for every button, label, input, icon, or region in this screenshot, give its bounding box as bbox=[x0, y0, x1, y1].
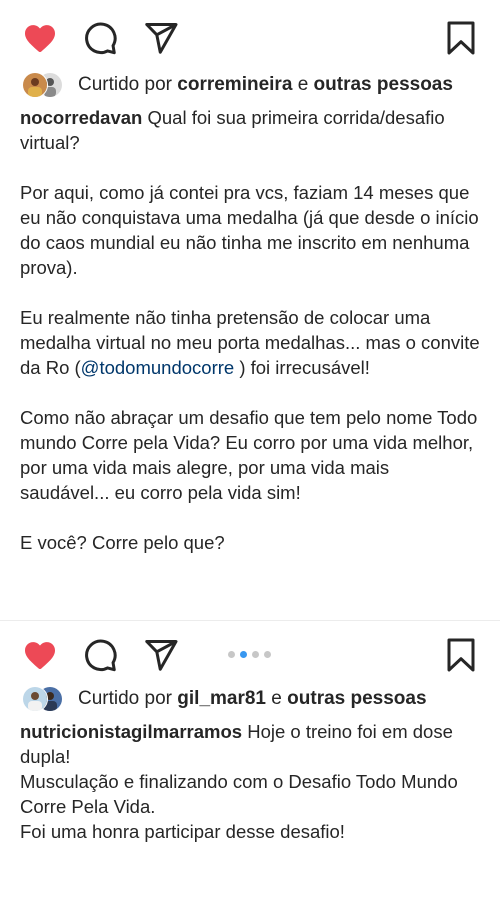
caption-paragraph: E você? Corre pelo que? bbox=[20, 532, 225, 553]
bookmark-icon[interactable] bbox=[444, 20, 478, 56]
heart-icon[interactable] bbox=[22, 637, 58, 673]
liked-by-others[interactable]: outras pessoas bbox=[287, 688, 426, 709]
liked-by-text[interactable]: Curtido por gil_mar81 e outras pessoas bbox=[78, 688, 427, 710]
share-icon[interactable] bbox=[143, 637, 179, 673]
liked-by-connector: e bbox=[271, 688, 282, 709]
caption-intro: nocorredavan Qual foi sua primeira corri… bbox=[20, 105, 480, 155]
post-2-action-bar bbox=[0, 633, 500, 677]
caption-paragraph: Como não abraçar um desafio que tem pelo… bbox=[20, 407, 478, 503]
liked-by-prefix: Curtido por bbox=[78, 74, 172, 95]
carousel-indicator bbox=[228, 651, 276, 659]
comment-icon[interactable] bbox=[82, 20, 118, 56]
comment-icon[interactable] bbox=[82, 637, 118, 673]
carousel-dot-active bbox=[240, 651, 247, 658]
caption-intro: nutricionistagilmarramos Hoje o treino f… bbox=[20, 719, 480, 769]
caption-line: Musculação e finalizando com o Desafio T… bbox=[20, 771, 458, 817]
liked-by-others[interactable]: outras pessoas bbox=[314, 74, 453, 95]
carousel-dot bbox=[228, 651, 235, 658]
liker-avatars[interactable] bbox=[22, 686, 70, 712]
caption-username[interactable]: nutricionistagilmarramos bbox=[20, 721, 242, 742]
heart-icon[interactable] bbox=[22, 20, 58, 56]
mention-link[interactable]: @todomundocorre bbox=[81, 357, 235, 378]
caption-paragraph: Por aqui, como já contei pra vcs, faziam… bbox=[20, 182, 479, 278]
bookmark-icon[interactable] bbox=[444, 637, 478, 673]
liked-by-prefix: Curtido por bbox=[78, 688, 172, 709]
liked-by-connector: e bbox=[297, 74, 309, 95]
post-1-action-bar bbox=[0, 16, 500, 60]
caption-username[interactable]: nocorredavan bbox=[20, 107, 142, 128]
caption-text: ) foi irrecusável! bbox=[234, 357, 370, 378]
share-icon[interactable] bbox=[143, 20, 179, 56]
post-1-likes-row: Curtido por corremineira e outras pessoa… bbox=[0, 70, 500, 100]
post-2-likes-row: Curtido por gil_mar81 e outras pessoas bbox=[0, 684, 500, 714]
post-2: Curtido por gil_mar81 e outras pessoas n… bbox=[0, 620, 500, 901]
carousel-dot bbox=[264, 651, 271, 658]
liked-by-user[interactable]: corremineira bbox=[177, 74, 292, 95]
avatar bbox=[22, 72, 48, 98]
liked-by-text[interactable]: Curtido por corremineira e outras pessoa… bbox=[78, 74, 453, 96]
carousel-dot bbox=[252, 651, 259, 658]
caption-line: Foi uma honra participar desse desafio! bbox=[20, 821, 345, 842]
liked-by-user[interactable]: gil_mar81 bbox=[177, 688, 266, 709]
post-1-caption: nocorredavan Qual foi sua primeira corri… bbox=[20, 105, 480, 555]
post-2-caption: nutricionistagilmarramos Hoje o treino f… bbox=[20, 719, 480, 844]
liker-avatars[interactable] bbox=[22, 72, 70, 98]
avatar bbox=[22, 686, 48, 712]
post-1: Curtido por corremineira e outras pessoa… bbox=[0, 0, 500, 620]
caption-paragraph: Eu realmente não tinha pretensão de colo… bbox=[20, 305, 480, 380]
